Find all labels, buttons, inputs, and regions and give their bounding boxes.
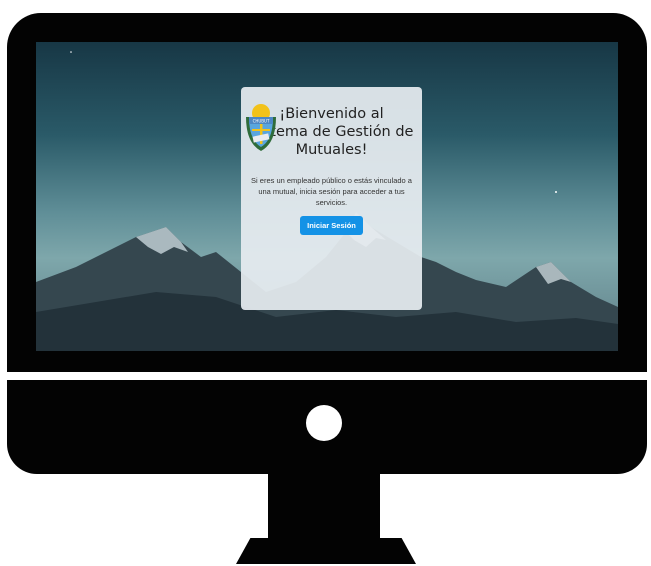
welcome-description: Si eres un empleado público o estás vinc… [251,176,412,207]
screen: ¡Bienvenido al Sistema de Gestión de Mut… [36,42,618,351]
monitor-stand [268,473,380,543]
chubut-seal-icon: CHUBUT [246,104,276,151]
power-button-icon [306,405,342,441]
svg-text:CHUBUT: CHUBUT [253,119,270,124]
monitor-stand-base [236,538,416,564]
welcome-card: ¡Bienvenido al Sistema de Gestión de Mut… [241,87,422,310]
login-button[interactable]: Iniciar Sesión [300,216,363,235]
